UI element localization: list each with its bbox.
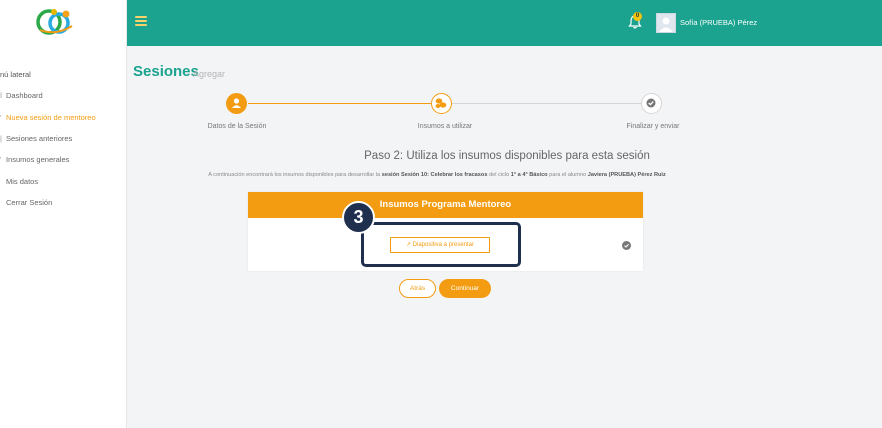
user-name[interactable]: Sofía (PRUEBA) Pérez [680,18,757,27]
sidebar-item-mis-datos[interactable]: Mis datos [0,177,38,186]
continue-button[interactable]: Continuar [439,279,491,298]
highlight-box [361,222,521,267]
step-1-circle[interactable] [226,93,247,114]
step-3-circle[interactable] [641,93,662,114]
step-2-label: Insumos a utilizar [417,123,473,130]
step-3-label: Finalizar y enviar [626,123,680,130]
back-button[interactable]: Atrás [399,279,436,298]
sidebar-item-dashboard[interactable]: ⅼ Dashboard [0,91,43,100]
sidebar-item-nueva-sesion[interactable]: ' Nueva sesión de mentoreo [0,113,96,122]
step-2-circle[interactable] [431,93,452,114]
step-connector-1 [248,103,431,104]
step-description: A continuación encontrará los insumos di… [208,172,666,178]
user-silhouette-icon [659,17,673,32]
callout-number: 3 [342,201,375,234]
step-connector-2 [452,103,641,104]
notification-badge: 0 [633,12,642,21]
sidebar-item-cerrar-sesion[interactable]: Cerrar Sesión [0,198,52,207]
hamburger-menu-icon[interactable] [135,16,147,26]
sidebar-item-sesiones-anteriores[interactable]: | Sesiones anteriores [0,134,72,143]
top-bar [127,0,882,46]
sidebar-menu-title: nú lateral [0,70,31,79]
cycle-name: 1° a 4° Básico [510,172,548,178]
logo [36,9,73,35]
check-icon [646,98,656,108]
sidebar: nú lateral ⅼ Dashboard ' Nueva sesión de m… [0,0,127,428]
card-header: Insumos Programa Mentoreo [248,192,643,218]
page-title: Sesiones [133,63,199,80]
step-1-label: Datos de la Sesión [207,123,267,130]
student-name: Javiera (PRUEBA) Pérez Ruiz [587,172,666,178]
page-subtitle: Agregar [193,69,226,79]
user-icon [232,98,241,108]
avatar[interactable] [656,13,676,33]
session-name: sesión Sesión 10: Celebrar los fracasos [381,172,488,178]
coins-icon [435,98,447,108]
check-circle-icon [622,241,631,250]
step-heading: Paso 2: Utiliza los insumos disponibles … [364,150,650,162]
sidebar-item-insumos-generales[interactable]: ' Insumos generales [0,155,69,164]
